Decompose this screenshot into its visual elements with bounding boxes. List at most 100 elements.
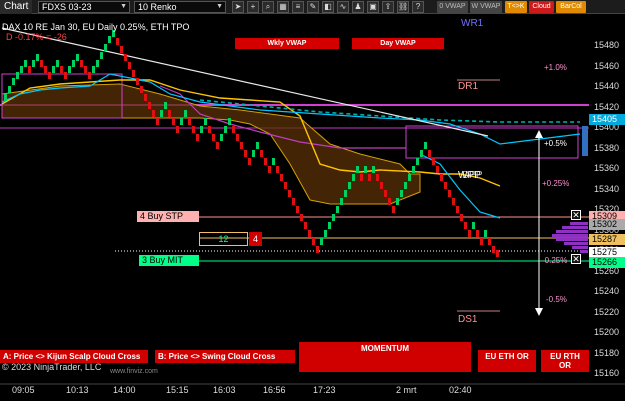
- bar-type-selector[interactable]: 10 Renko ▼: [134, 1, 226, 13]
- renko-brick: [144, 94, 147, 101]
- templates-icon[interactable]: ≡: [292, 1, 304, 13]
- renko-brick: [100, 52, 103, 59]
- renko-brick: [320, 238, 323, 245]
- renko-brick: [236, 134, 239, 141]
- renko-brick: [492, 246, 495, 253]
- renko-brick: [420, 150, 423, 157]
- renko-brick: [308, 230, 311, 237]
- help-icon[interactable]: ?: [412, 1, 424, 13]
- drawing-icon[interactable]: ✎: [307, 1, 319, 13]
- chart-trader-icon[interactable]: ◧: [322, 1, 334, 13]
- toolbar-tag-cloud[interactable]: Cloud: [529, 1, 554, 13]
- renko-brick: [412, 166, 415, 173]
- renko-brick: [416, 158, 419, 165]
- momentum-button[interactable]: MOMENTUM: [299, 342, 471, 372]
- renko-brick: [148, 102, 151, 109]
- renko-brick: [56, 60, 59, 67]
- wkly-vwap-button[interactable]: Wkly VWAP: [235, 38, 339, 49]
- day-vwap-button[interactable]: Day VWAP: [352, 38, 444, 49]
- renko-brick: [444, 182, 447, 189]
- renko-brick: [388, 198, 391, 205]
- chevron-down-icon: ▼: [216, 3, 223, 10]
- price-marker-tag: 15405: [589, 114, 625, 125]
- renko-brick: [472, 222, 475, 229]
- chart-toolbar: Chart FDXS 03-23 ▼ 10 Renko ▼ ➤ + ⌕ ▦ ≡ …: [0, 0, 625, 14]
- close-order-icon[interactable]: ✕: [571, 254, 581, 264]
- price-tick-label: 15200: [594, 327, 620, 337]
- zoom-icon[interactable]: ⌕: [262, 1, 274, 13]
- time-tick-label: 16:56: [263, 385, 286, 395]
- price-tick-label: 15480: [594, 40, 620, 50]
- chart-tab[interactable]: Chart: [0, 0, 33, 14]
- renko-brick: [8, 86, 11, 93]
- renko-brick: [4, 94, 7, 101]
- eu-eth-or-button[interactable]: EU ETH OR: [478, 350, 536, 372]
- renko-brick: [176, 126, 179, 133]
- toolbar-tag-dvwap[interactable]: 0 VWAP: [437, 1, 468, 13]
- price-tick-label: 15420: [594, 101, 620, 112]
- toolbar-tag-barcol[interactable]: BarCol: [556, 1, 586, 13]
- instrument-selector[interactable]: FDXS 03-23 ▼: [38, 1, 130, 13]
- renko-brick: [40, 60, 43, 67]
- pct-up-1-label: +1.0%: [544, 63, 567, 72]
- renko-brick: [192, 126, 195, 133]
- snapshot-icon[interactable]: ▣: [367, 1, 379, 13]
- cursor-icon[interactable]: ➤: [232, 1, 244, 13]
- renko-brick: [288, 190, 291, 197]
- renko-brick: [208, 126, 211, 133]
- strategies-icon[interactable]: ♟: [352, 1, 364, 13]
- renko-brick: [260, 150, 263, 157]
- renko-brick: [12, 78, 15, 85]
- arrow-up-icon: [535, 130, 543, 138]
- position-count-box[interactable]: 4: [249, 232, 262, 246]
- renko-brick: [304, 222, 307, 229]
- time-tick-label: 09:05: [12, 385, 35, 395]
- renko-brick: [340, 198, 343, 205]
- renko-brick: [344, 190, 347, 197]
- renko-brick: [360, 174, 363, 181]
- renko-brick: [440, 174, 443, 181]
- renko-brick: [284, 182, 287, 189]
- indicators-icon[interactable]: ∿: [337, 1, 349, 13]
- renko-brick: [216, 142, 219, 149]
- share-icon[interactable]: ⇪: [382, 1, 394, 13]
- arrow-down-icon: [535, 308, 543, 316]
- renko-brick: [400, 190, 403, 197]
- buy-stop-order-tag[interactable]: 4 Buy STP: [137, 211, 199, 222]
- buy-mit-order-tag[interactable]: 3 Buy MIT: [139, 255, 199, 266]
- time-tick-label: 14:00: [113, 385, 136, 395]
- renko-brick: [496, 250, 499, 257]
- time-tick-label: 16:03: [213, 385, 236, 395]
- price-marker-tag: 15266: [589, 257, 625, 268]
- price-tick-label: 15240: [594, 286, 620, 296]
- renko-brick: [356, 166, 359, 173]
- renko-brick: [368, 174, 371, 181]
- eu-rth-or-button[interactable]: EU RTH OR: [541, 350, 589, 372]
- renko-brick: [200, 126, 203, 133]
- toolbar-tag-tk[interactable]: T<>K: [505, 1, 527, 13]
- price-marker-tag: 15287: [589, 234, 625, 245]
- renko-brick: [172, 118, 175, 125]
- renko-brick: [160, 110, 163, 117]
- renko-brick: [188, 118, 191, 125]
- properties-icon[interactable]: ▦: [277, 1, 289, 13]
- link-icon[interactable]: ⛓: [397, 1, 409, 13]
- renko-brick: [312, 238, 315, 245]
- renko-bricks: [4, 30, 499, 257]
- renko-brick: [108, 36, 111, 43]
- renko-brick: [296, 206, 299, 213]
- renko-brick: [48, 72, 51, 79]
- renko-brick: [72, 60, 75, 67]
- renko-brick: [280, 174, 283, 181]
- swing-cloud-button[interactable]: B: Price <> Swing Cloud Cross: [155, 350, 295, 363]
- renko-brick: [32, 60, 35, 67]
- renko-brick: [76, 54, 79, 61]
- renko-brick: [428, 150, 431, 157]
- toolbar-tag-wvwap[interactable]: W VWAP: [470, 1, 502, 13]
- renko-brick: [332, 214, 335, 221]
- position-qty-box[interactable]: 12: [199, 232, 248, 246]
- crosshair-icon[interactable]: +: [247, 1, 259, 13]
- close-order-icon[interactable]: ✕: [571, 210, 581, 220]
- renko-brick: [376, 174, 379, 181]
- renko-brick: [124, 54, 127, 61]
